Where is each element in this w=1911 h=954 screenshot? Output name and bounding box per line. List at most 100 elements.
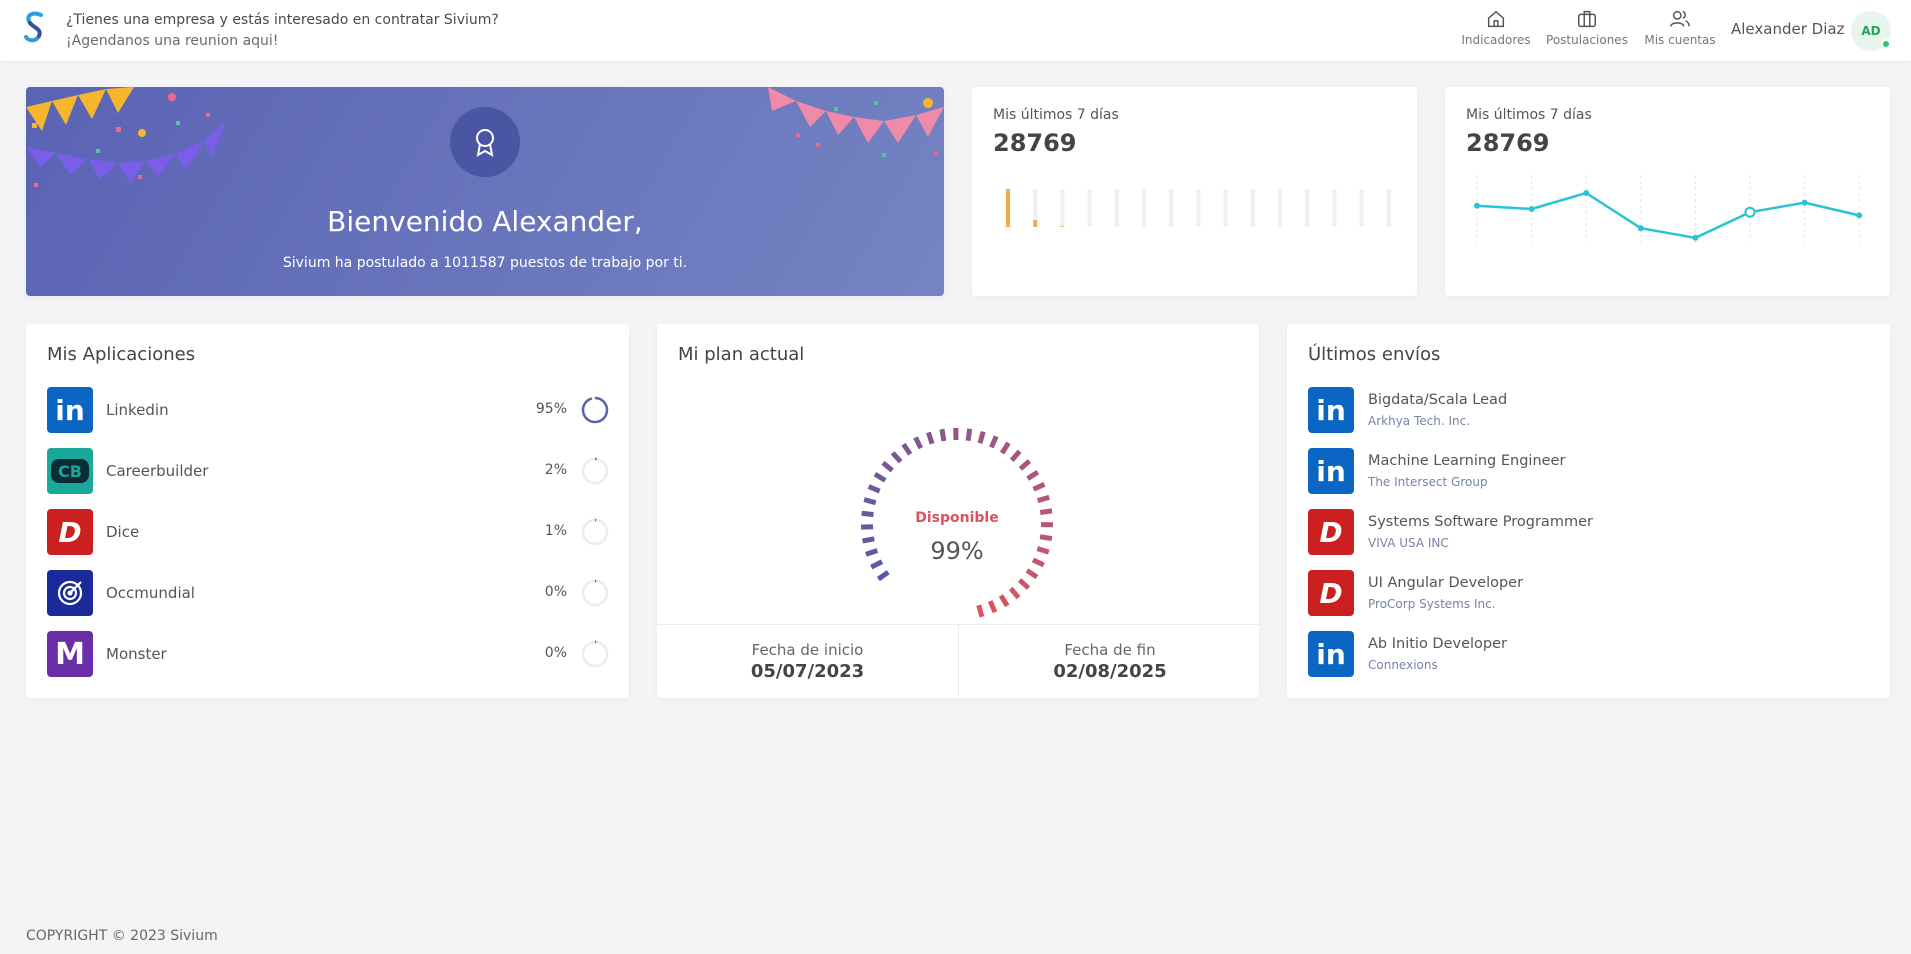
recent-sends-panel: Últimos envíos in Bigdata/Scala Lead Arkhy… <box>1287 324 1890 698</box>
username[interactable]: Alexander Diaz <box>1731 20 1844 38</box>
bar <box>1033 220 1038 227</box>
briefcase-icon <box>1578 10 1596 28</box>
gauge-tick <box>999 441 1011 455</box>
promo-link[interactable]: ¿Tienes una empresa y estás interesado e… <box>66 10 499 52</box>
job-company[interactable]: The Intersect Group <box>1368 475 1488 489</box>
application-row[interactable]: D Dice 1% <box>47 509 609 555</box>
job-company[interactable]: ProCorp Systems Inc. <box>1368 597 1496 611</box>
nav-mis-cuentas-label: Mis cuentas <box>1644 33 1716 47</box>
data-point[interactable] <box>1637 225 1644 232</box>
start-date-value: 05/07/2023 <box>750 661 865 682</box>
gauge-tick <box>939 428 947 442</box>
application-row[interactable]: Occmundial 0% <box>47 570 609 616</box>
progress-ring <box>581 579 609 607</box>
application-percent: 0% <box>544 584 567 600</box>
gauge-tick <box>989 435 999 449</box>
application-name: Dice <box>106 523 140 541</box>
applications-title: Mis Aplicaciones <box>47 344 196 365</box>
gauge-tick <box>1009 449 1022 462</box>
recent-send-row[interactable]: in Bigdata/Scala Lead Arkhya Tech. Inc. <box>1308 387 1868 433</box>
gauge-tick <box>890 451 903 464</box>
bar-track <box>1169 189 1174 227</box>
job-company[interactable]: Connexions <box>1368 658 1438 672</box>
nav-postulaciones-label: Postulaciones <box>1546 33 1628 47</box>
dice-logo-icon: D <box>47 509 93 555</box>
recent-send-row[interactable]: in Machine Learning Engineer The Intersect… <box>1308 448 1868 494</box>
promo-line-1: ¿Tienes una empresa y estás interesado e… <box>66 12 499 28</box>
gauge-tick <box>976 604 985 618</box>
award-icon <box>450 107 520 177</box>
plan-end: Fecha de fin 02/08/2025 <box>959 625 1261 699</box>
recent-sends-title: Últimos envíos <box>1308 344 1441 365</box>
gauge-value: 99% <box>930 537 984 565</box>
nav-indicadores[interactable]: Indicadores <box>1458 8 1534 52</box>
gauge-tick <box>987 600 998 614</box>
promo-line-2[interactable]: ¡Agendanos una reunion aqui! <box>66 31 499 52</box>
job-company[interactable]: VIVA USA INC <box>1368 536 1449 550</box>
gauge-tick <box>876 570 890 582</box>
bar-track <box>1196 189 1201 227</box>
progress-ring <box>581 518 609 546</box>
linkedin-logo-icon: in <box>1308 448 1354 494</box>
gauge-label: Disponible <box>915 510 999 526</box>
occmundial-logo-icon <box>47 570 93 616</box>
job-title: Bigdata/Scala Lead <box>1368 392 1508 408</box>
gauge-tick <box>1032 482 1046 492</box>
gauge-tick <box>1018 459 1032 471</box>
nav-postulaciones[interactable]: Postulaciones <box>1542 8 1632 52</box>
data-point[interactable] <box>1801 199 1808 206</box>
end-date-label: Fecha de fin <box>1064 641 1156 659</box>
welcome-banner: Bienvenido Alexander, Sivium ha postulad… <box>26 87 944 296</box>
data-point[interactable] <box>1528 206 1535 212</box>
gauge-tick <box>901 442 913 456</box>
application-row[interactable]: M Monster 0% <box>47 631 609 677</box>
sivium-logo-icon[interactable] <box>22 10 48 44</box>
bar-track <box>1087 189 1092 227</box>
bar-track <box>1305 189 1310 227</box>
welcome-title: Bienvenido Alexander, <box>327 205 643 238</box>
application-row[interactable]: CB Careerbuilder 2% <box>47 448 609 494</box>
gauge-tick <box>867 484 881 494</box>
application-name: Monster <box>106 645 167 663</box>
application-row[interactable]: in Linkedin 95% <box>47 387 609 433</box>
plan-title: Mi plan actual <box>678 344 805 365</box>
data-point[interactable] <box>1692 234 1699 241</box>
application-name: Linkedin <box>106 401 169 419</box>
bar <box>1006 189 1010 227</box>
nav-mis-cuentas[interactable]: Mis cuentas <box>1640 8 1720 52</box>
bar-track <box>1223 189 1228 227</box>
recent-send-row[interactable]: D UI Angular Developer ProCorp Systems Inc… <box>1308 570 1868 616</box>
footer-copyright: COPYRIGHT © 2023 Sivium <box>26 928 218 944</box>
job-title: Machine Learning Engineer <box>1368 453 1566 469</box>
application-percent: 0% <box>544 645 567 661</box>
stats-card-bars: Mis últimos 7 días 28769 <box>972 87 1417 296</box>
recent-send-row[interactable]: in Ab Initio Developer Connexions <box>1308 631 1868 677</box>
gauge-tick <box>977 430 986 444</box>
data-point[interactable] <box>1474 202 1480 209</box>
data-point[interactable] <box>1744 206 1756 218</box>
dice-logo-icon: D <box>1308 509 1354 555</box>
careerbuilder-logo-icon: CB <box>47 448 93 494</box>
gauge-tick <box>1036 494 1050 504</box>
application-percent: 2% <box>544 462 567 478</box>
bar-track <box>1142 189 1146 227</box>
dice-logo-icon: D <box>1308 570 1354 616</box>
gauge-tick <box>998 594 1010 608</box>
data-point[interactable] <box>1856 212 1863 219</box>
bar <box>1060 226 1065 227</box>
data-point[interactable] <box>1583 190 1590 196</box>
recent-send-row[interactable]: D Systems Software Programmer VIVA USA INC <box>1308 509 1868 555</box>
home-icon <box>1487 10 1505 28</box>
job-title: Systems Software Programmer <box>1368 514 1593 530</box>
end-date-value: 02/08/2025 <box>1053 661 1167 682</box>
bar-track <box>1359 189 1364 227</box>
job-company[interactable]: Arkhya Tech. Inc. <box>1368 414 1470 428</box>
linkedin-logo-icon: in <box>47 387 93 433</box>
bar-track <box>1114 189 1119 227</box>
progress-ring <box>581 396 609 424</box>
bar-track <box>1278 189 1282 227</box>
gauge-tick <box>1008 586 1021 600</box>
bar-track <box>1060 189 1065 227</box>
progress-ring <box>581 457 609 485</box>
gauge-tick <box>881 460 894 473</box>
